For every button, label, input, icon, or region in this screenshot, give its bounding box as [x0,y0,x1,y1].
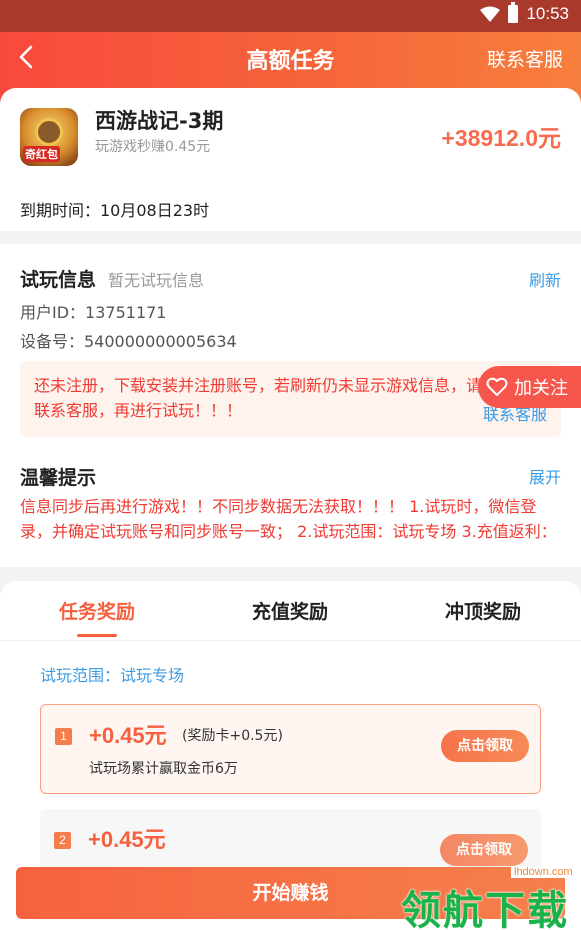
watermark-url: lhdown.com [511,866,576,878]
tips-text: 信息同步后再进行游戏！！不同步数据无法获取！！！ 1.试玩时，微信登录，并确定试… [20,497,557,541]
wifi-icon [480,6,501,22]
clock: 10:53 [526,4,569,23]
refresh-button[interactable]: 刷新 [529,267,561,291]
follow-button[interactable]: 加关注 [478,366,581,408]
task-amount: +0.45元 [88,827,166,852]
total-reward: +38912.0元 [441,125,561,151]
device-id: 设备号：540000000005634 [20,332,237,351]
watermark-text: 领航下载 [401,888,569,930]
tips-title: 温馨提示 [20,467,97,489]
task-amount: +0.45元 [89,723,167,748]
tab-task-rewards[interactable]: 任务奖励 [22,597,172,624]
trial-info-note: 暂无试玩信息 [108,271,205,290]
expand-button[interactable]: 展开 [529,464,561,488]
task-description: 试玩场累计赢取金币6万 [89,761,238,777]
game-name: 西游战记-3期 [95,109,224,133]
game-icon[interactable]: 奇红包 [20,108,78,166]
watermark-logo: 领航下载 lhdown.com [401,864,581,930]
contact-service-button[interactable]: 联系客服 [487,45,563,72]
task-number: 2 [54,832,71,849]
user-id: 用户ID：13751171 [20,303,167,322]
expire-time: 到期时间：10月08日23时 [20,201,210,220]
battery-icon [508,2,519,23]
active-tab-indicator [77,634,117,637]
task-number: 1 [55,728,72,745]
claim-button[interactable]: 点击领取 [441,730,529,762]
trial-info-title: 试玩信息 [20,269,97,291]
reward-tabs: 任务奖励 充值奖励 冲顶奖励 [0,581,581,641]
game-icon-badge: 奇红包 [23,146,60,162]
game-subtitle: 玩游戏秒赚0.45元 [95,139,211,155]
game-summary-card: 奇红包 西游战记-3期 玩游戏秒赚0.45元 +38912.0元 到期时间：10… [0,88,581,231]
heart-icon [486,377,508,397]
claim-button[interactable]: 点击领取 [440,834,528,866]
tab-recharge-rewards[interactable]: 充值奖励 [215,597,365,624]
task-bonus: (奖励卡+0.5元) [182,728,283,744]
warning-text: 还未注册，下载安装并注册账号，若刷新仍未显示游戏信息，请联系客服，再进行试玩！！… [34,376,483,420]
task-item: 1 +0.45元 (奖励卡+0.5元) 试玩场累计赢取金币6万 点击领取 [40,704,541,794]
follow-label: 加关注 [514,378,568,399]
trial-scope: 试玩范围：试玩专场 [40,666,185,685]
status-icons: 10:53 [480,2,569,24]
registration-warning: 还未注册，下载安装并注册账号，若刷新仍未显示游戏信息，请联系客服，再进行试玩！！… [20,361,561,437]
status-bar: 10:53 [0,0,581,32]
tab-top-rewards[interactable]: 冲顶奖励 [408,597,558,624]
monkey-king-icon [35,118,63,146]
